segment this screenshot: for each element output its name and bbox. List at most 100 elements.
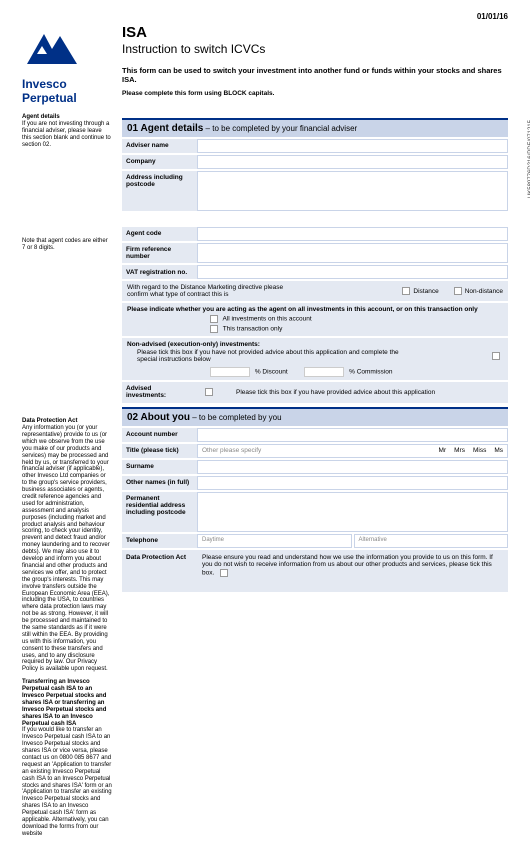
this-tx-label: This transaction only xyxy=(223,326,283,333)
dpa-body-container: Please ensure you read and understand ho… xyxy=(197,550,508,592)
mountain-icon xyxy=(22,24,92,74)
nonadv-head: Non-advised (execution-only) investments… xyxy=(127,341,503,348)
side-dpa-body: Any information you (or your representat… xyxy=(22,425,110,672)
title-options: Other please specify Mr Mrs Miss Ms xyxy=(197,444,508,458)
title-label: Title (please tick) xyxy=(122,444,197,458)
surname-label: Surname xyxy=(122,460,197,474)
side-agent-body: If you are not investing through a finan… xyxy=(22,121,111,148)
section02-soft: – to be completed by you xyxy=(190,413,282,422)
firm-ref-label: Firm reference number xyxy=(122,243,197,263)
intro-small: Please complete this form using BLOCK ca… xyxy=(122,90,508,97)
resaddress-label: Permanent residential address including … xyxy=(122,492,197,532)
vat-input[interactable] xyxy=(197,265,508,279)
nonadvised-row: Non-advised (execution-only) investments… xyxy=(122,338,508,380)
agent-code-label: Agent code xyxy=(122,227,197,241)
side-agent-head: Agent details xyxy=(22,114,60,120)
intro-bold: This form can be used to switch your inv… xyxy=(122,66,508,84)
commission-label: % Commission xyxy=(349,369,392,376)
advised-body: Please tick this box if you have provide… xyxy=(236,389,435,396)
side-agent-note: Note that agent codes are either 7 or 8 … xyxy=(22,238,112,252)
agent-address-input[interactable] xyxy=(197,171,508,211)
section01-num: 01 Agent details xyxy=(127,123,203,134)
nondistance-opt: Non-distance xyxy=(465,288,503,295)
indicate-head: Please indicate whether you are acting a… xyxy=(127,306,503,313)
tel-day-input[interactable]: Daytime xyxy=(197,534,352,548)
telephone-label: Telephone xyxy=(122,534,197,548)
advised-checkbox[interactable] xyxy=(205,388,213,396)
distance-opt: Distance xyxy=(413,288,438,295)
telephone-row: Telephone Daytime Alternative xyxy=(122,534,508,548)
tel-day-placeholder: Daytime xyxy=(202,537,224,543)
nondistance-checkbox[interactable] xyxy=(454,287,462,295)
surname-input[interactable] xyxy=(197,460,508,474)
account-input[interactable] xyxy=(197,428,508,442)
title-other: Other please specify xyxy=(202,447,431,454)
firm-ref-row: Firm reference number xyxy=(122,243,508,263)
all-inv-label: All investments on this account xyxy=(222,316,311,323)
surname-row: Surname xyxy=(122,460,508,474)
agent-code-row: Agent code xyxy=(122,227,508,241)
section01-heading: 01 Agent details – to be completed by yo… xyxy=(122,118,508,137)
advised-row: Advised investments: Please tick this bo… xyxy=(122,382,508,402)
document-date: 01/01/16 xyxy=(477,12,508,21)
discount-label: % Discount xyxy=(255,369,288,376)
main-column: 01 Agent details – to be completed by yo… xyxy=(122,114,508,844)
agent-address-row: Address including postcode xyxy=(122,171,508,211)
section02-num: 02 About you xyxy=(127,412,190,423)
side-transfer-body: If you would like to transfer an Invesco… xyxy=(22,727,112,836)
firm-ref-input[interactable] xyxy=(197,243,508,263)
account-row: Account number xyxy=(122,428,508,442)
logo-text-2: Perpetual xyxy=(22,92,122,104)
nonadv-checkbox[interactable] xyxy=(492,352,500,360)
tel-alt-placeholder: Alternative xyxy=(359,537,387,543)
side-transfer-head: Transferring an Invesco Perpetual cash I… xyxy=(22,679,106,726)
title-miss[interactable]: Miss xyxy=(473,447,486,454)
agent-code-input[interactable] xyxy=(197,227,508,241)
title-mr[interactable]: Mr xyxy=(439,447,447,454)
dpa-body-text: Please ensure you read and understand ho… xyxy=(202,554,493,577)
resaddress-row: Permanent residential address including … xyxy=(122,492,508,532)
title-row: Title (please tick) Other please specify… xyxy=(122,444,508,458)
advised-label: Advised investments: xyxy=(122,382,197,402)
company-row: Company xyxy=(122,155,508,169)
othernames-label: Other names (in full) xyxy=(122,476,197,490)
nonadv-body: Please tick this box if you have not pro… xyxy=(137,349,412,363)
content: Agent details If you are not investing t… xyxy=(22,114,508,844)
indicate-row: Please indicate whether you are acting a… xyxy=(122,303,508,336)
title-block: ISA Instruction to switch ICVCs This for… xyxy=(122,18,508,97)
commission-input[interactable] xyxy=(304,367,344,377)
dpa-row: Data Protection Act Please ensure you re… xyxy=(122,550,508,592)
title-sub: Instruction to switch ICVCs xyxy=(122,42,508,56)
page: 01/01/16 UK589776D216/PDF/071215 Invesco… xyxy=(0,0,530,862)
title-ms[interactable]: Ms xyxy=(494,447,503,454)
dpa-label: Data Protection Act xyxy=(122,550,197,592)
header: Invesco Perpetual ISA Instruction to swi… xyxy=(22,18,508,104)
side-dpa-head: Data Protection Act xyxy=(22,418,77,424)
distance-row: With regard to the Distance Marketing di… xyxy=(122,281,508,301)
agent-address-label: Address including postcode xyxy=(122,171,197,211)
section01-soft: – to be completed by your financial advi… xyxy=(203,124,357,133)
section02-heading: 02 About you – to be completed by you xyxy=(122,407,508,426)
this-tx-checkbox[interactable] xyxy=(210,325,218,333)
company-label: Company xyxy=(122,155,197,169)
resaddress-input[interactable] xyxy=(197,492,508,532)
title-mrs[interactable]: Mrs xyxy=(454,447,465,454)
dpa-checkbox[interactable] xyxy=(220,569,228,577)
adviser-name-input[interactable] xyxy=(197,139,508,153)
company-input[interactable] xyxy=(197,155,508,169)
othernames-row: Other names (in full) xyxy=(122,476,508,490)
logo: Invesco Perpetual xyxy=(22,18,122,104)
othernames-input[interactable] xyxy=(197,476,508,490)
distance-checkbox[interactable] xyxy=(402,287,410,295)
distance-text: With regard to the Distance Marketing di… xyxy=(127,284,297,298)
title-main: ISA xyxy=(122,24,508,41)
all-inv-checkbox[interactable] xyxy=(210,315,218,323)
vat-row: VAT registration no. xyxy=(122,265,508,279)
adviser-name-label: Adviser name xyxy=(122,139,197,153)
account-label: Account number xyxy=(122,428,197,442)
sidebar: Agent details If you are not investing t… xyxy=(22,114,122,844)
vat-label: VAT registration no. xyxy=(122,265,197,279)
logo-text-1: Invesco xyxy=(22,78,122,90)
tel-alt-input[interactable]: Alternative xyxy=(354,534,509,548)
discount-input[interactable] xyxy=(210,367,250,377)
